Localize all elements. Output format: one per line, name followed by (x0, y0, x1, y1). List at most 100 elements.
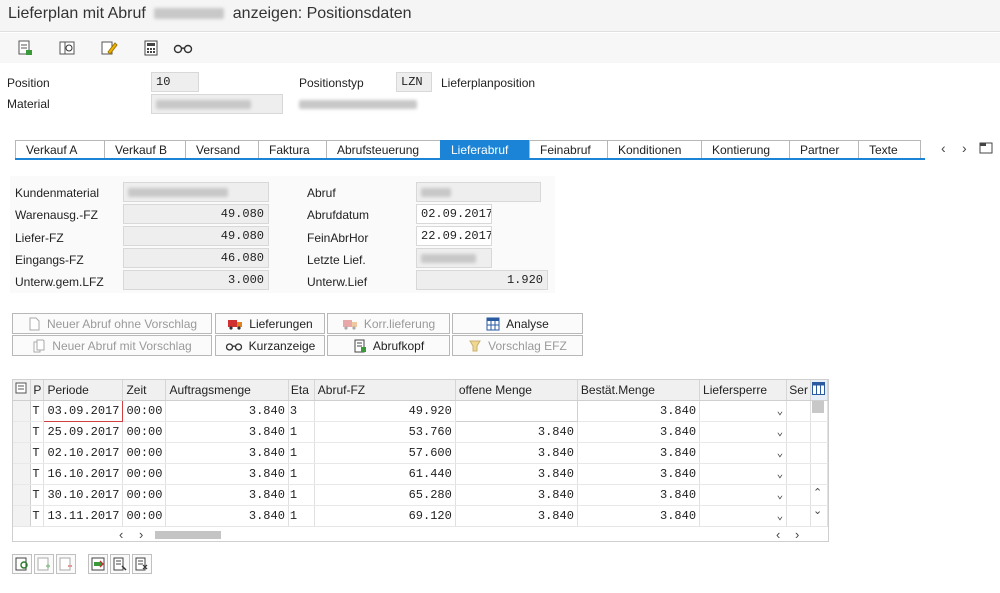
select-all-rows-icon[interactable] (110, 554, 130, 574)
details-icon[interactable] (12, 554, 32, 574)
col-periode[interactable]: Periode (43, 380, 124, 401)
insert-row-icon[interactable] (34, 554, 54, 574)
chevron-down-icon[interactable]: ⌄ (777, 446, 784, 460)
tab-faktura[interactable]: Faktura (258, 140, 326, 159)
abrufkopf-button[interactable]: Abrufkopf (327, 335, 450, 356)
table-row[interactable]: T 30.10.2017 00:00 3.840 1 65.280 3.840 … (13, 484, 828, 506)
lieferungen-button[interactable]: Lieferungen (215, 313, 325, 334)
horizontal-scrollbar[interactable]: ‹ › ‹ › (13, 526, 828, 541)
row-selector[interactable] (13, 421, 32, 443)
cell-eta: 3 (288, 400, 315, 422)
col-p[interactable]: P (30, 380, 45, 401)
display-icon[interactable] (172, 37, 194, 59)
position-field[interactable]: 10 (151, 72, 199, 92)
cell-eta: 1 (288, 484, 315, 506)
cell-liefersperre[interactable]: ⌄ (699, 463, 788, 485)
cell-liefersperre[interactable]: ⌄ (699, 484, 788, 506)
positionstyp-field[interactable]: LZN (396, 72, 432, 92)
eingangs-fz-field[interactable]: 46.080 (123, 248, 269, 268)
scroll-left-end-icon[interactable]: ‹ (776, 527, 780, 541)
cell-liefersperre[interactable]: ⌄ (699, 442, 788, 464)
tab-lieferabruf[interactable]: Lieferabruf (440, 140, 529, 159)
cell-bestaet-menge: 3.840 (577, 442, 701, 464)
tab-scroll-right-icon[interactable]: › (962, 140, 967, 156)
tab-list-icon[interactable] (979, 141, 995, 158)
feinabrhor-field[interactable]: 22.09.2017 (416, 226, 492, 246)
abruf-table: P Periode Zeit Auftragsmenge Eta Abruf-F… (12, 379, 829, 542)
row-selector[interactable] (13, 463, 32, 485)
col-bestaet-menge[interactable]: Bestät.Menge (577, 380, 701, 401)
edit-icon[interactable] (98, 37, 120, 59)
scroll-left-icon[interactable]: ‹ (119, 527, 123, 541)
tab-feinabruf[interactable]: Feinabruf (529, 140, 607, 159)
kundenmaterial-field[interactable] (123, 182, 269, 202)
delete-row-icon[interactable] (56, 554, 76, 574)
tab-versand[interactable]: Versand (185, 140, 258, 159)
abruf-field[interactable] (416, 182, 541, 202)
abrufdatum-field[interactable]: 02.09.2017 (416, 204, 492, 224)
material-field[interactable] (151, 94, 283, 114)
analyse-button[interactable]: Analyse (452, 313, 583, 334)
warenausg-field[interactable]: 49.080 (123, 204, 269, 224)
cell-periode[interactable]: 03.09.2017 (43, 399, 124, 422)
tab-konditionen[interactable]: Konditionen (607, 140, 701, 159)
tab-scroll-left-icon[interactable]: ‹ (941, 140, 946, 156)
chevron-down-icon[interactable]: ⌄ (777, 467, 784, 481)
tab-partner[interactable]: Partner (789, 140, 858, 159)
vorschlag-efz-button[interactable]: Vorschlag EFZ (452, 335, 583, 356)
col-liefersperre[interactable]: Liefersperre (699, 380, 788, 401)
table-row[interactable]: T 03.09.2017 00:00 3.840 3 49.920 3.840 … (13, 399, 828, 422)
scroll-down-icon[interactable]: ⌄ (813, 504, 822, 517)
row-selector[interactable] (13, 484, 32, 506)
table-row[interactable]: T 02.10.2017 00:00 3.840 1 57.600 3.840 … (13, 442, 828, 464)
tab-verkauf-a[interactable]: Verkauf A (15, 140, 104, 159)
kurzanzeige-button[interactable]: Kurzanzeige (215, 335, 325, 356)
scroll-thumb[interactable] (155, 531, 221, 539)
cell-zeit[interactable]: 00:00 (122, 400, 167, 422)
overview-icon[interactable] (56, 37, 78, 59)
header-data-icon[interactable] (14, 37, 36, 59)
select-all-icon[interactable] (13, 380, 32, 401)
tab-verkauf-b[interactable]: Verkauf B (104, 140, 185, 159)
col-ser[interactable]: Ser (786, 380, 811, 401)
scroll-right-icon[interactable]: › (139, 527, 143, 541)
table-row[interactable]: T 25.09.2017 00:00 3.840 1 53.760 3.840 … (13, 421, 828, 443)
neuer-abruf-mit-vorschlag-button[interactable]: Neuer Abruf mit Vorschlag (12, 335, 212, 356)
unterw-gem-lfz-field[interactable]: 3.000 (123, 270, 269, 290)
table-row[interactable]: T 16.10.2017 00:00 3.840 1 61.440 3.840 … (13, 463, 828, 485)
cell-liefersperre[interactable]: ⌄ (699, 400, 788, 422)
chevron-down-icon[interactable]: ⌄ (777, 404, 784, 418)
chevron-down-icon[interactable]: ⌄ (777, 488, 784, 502)
cell-liefersperre[interactable]: ⌄ (699, 505, 788, 527)
cell-offene-menge[interactable] (454, 399, 578, 422)
row-selector[interactable] (13, 400, 32, 422)
row-selector[interactable] (13, 505, 32, 527)
table-row[interactable]: T 13.11.2017 00:00 3.840 1 69.120 3.840 … (13, 505, 828, 527)
unterw-lief-field[interactable]: 1.920 (416, 270, 548, 290)
chevron-down-icon[interactable]: ⌄ (777, 509, 784, 523)
tab-abrufsteuerung[interactable]: Abrufsteuerung (326, 140, 440, 159)
neuer-abruf-ohne-vorschlag-button[interactable]: Neuer Abruf ohne Vorschlag (12, 313, 212, 334)
row-selector[interactable] (13, 442, 32, 464)
tab-texte[interactable]: Texte (858, 140, 921, 159)
letzte-lief-field[interactable] (416, 248, 492, 268)
scroll-right-end-icon[interactable]: › (795, 527, 799, 541)
col-zeit[interactable]: Zeit (122, 380, 167, 401)
chevron-down-icon[interactable]: ⌄ (777, 425, 784, 439)
deselect-all-icon[interactable] (132, 554, 152, 574)
col-offene-menge[interactable]: offene Menge (455, 380, 578, 401)
korr-lieferung-button[interactable]: Korr.lieferung (327, 313, 450, 334)
lieferungen-label: Lieferungen (249, 316, 313, 331)
vertical-scrollbar[interactable]: ⌃ ⌄ (812, 400, 824, 526)
table-settings-icon[interactable] (810, 380, 828, 401)
scroll-thumb-vertical[interactable] (812, 401, 824, 413)
scroll-up-icon[interactable]: ⌃ (813, 486, 822, 499)
cell-liefersperre[interactable]: ⌄ (699, 421, 788, 443)
col-eta[interactable]: Eta (288, 380, 315, 401)
col-auftragsmenge[interactable]: Auftragsmenge (165, 380, 289, 401)
liefer-fz-field[interactable]: 49.080 (123, 226, 269, 246)
calculator-icon[interactable] (140, 37, 162, 59)
tab-kontierung[interactable]: Kontierung (701, 140, 789, 159)
col-abruf-fz[interactable]: Abruf-FZ (314, 380, 456, 401)
select-block-icon[interactable] (88, 554, 108, 574)
